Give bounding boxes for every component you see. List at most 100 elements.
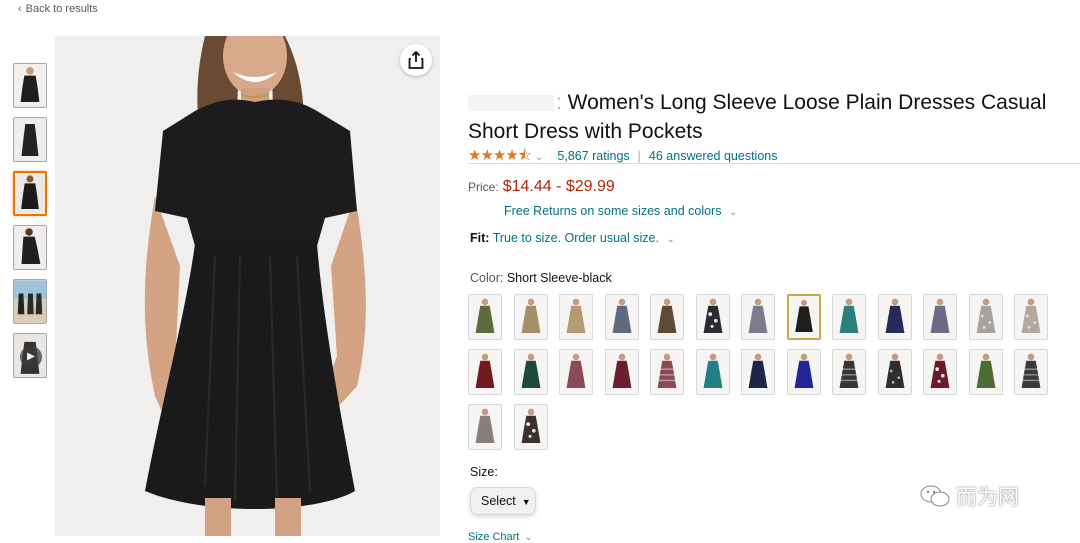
fit-label: Fit: — [470, 231, 490, 245]
dress-swatch-icon — [833, 350, 865, 394]
dress-swatch-icon — [742, 350, 774, 394]
dress-model-image — [55, 36, 440, 536]
ratings-count-link[interactable]: 5,867 ratings — [557, 149, 629, 163]
thumbnail-4[interactable] — [13, 225, 47, 270]
dress-swatch-icon — [878, 350, 911, 394]
color-swatch[interactable] — [741, 349, 775, 395]
thumbnail-5[interactable] — [13, 279, 47, 324]
product-title: : Women's Long Sleeve Loose Plain Dresse… — [468, 91, 1047, 143]
color-swatch[interactable] — [968, 294, 1003, 340]
fit-row: Fit: True to size. Order usual size. ⌄ — [470, 231, 675, 245]
dress-swatch-icon — [1015, 295, 1047, 339]
dress-swatch-icon — [560, 295, 592, 339]
dress-swatch-icon — [651, 295, 683, 339]
color-swatch[interactable] — [468, 349, 502, 395]
color-swatch[interactable] — [695, 294, 730, 340]
color-swatch[interactable] — [968, 349, 1003, 395]
chevron-down-icon[interactable]: ⌄ — [535, 152, 543, 163]
color-swatch[interactable] — [923, 294, 957, 340]
color-swatch[interactable] — [1014, 349, 1048, 395]
size-label: Size: — [470, 465, 498, 479]
color-row: Color: Short Sleeve-black — [470, 271, 612, 285]
color-swatch[interactable] — [604, 349, 639, 395]
price-value: $14.44 - $29.99 — [502, 178, 615, 195]
blurred-brand — [468, 95, 554, 112]
thumbnail-2[interactable] — [13, 117, 47, 162]
color-swatch[interactable] — [650, 294, 684, 340]
dress-swatch-icon — [969, 295, 1002, 339]
thumbnail-3[interactable] — [13, 171, 47, 216]
color-swatch[interactable] — [513, 294, 548, 340]
dress-swatch-icon — [469, 405, 501, 449]
dress-swatch-icon — [924, 295, 956, 339]
dress-swatch-icon — [560, 350, 592, 394]
dress-swatch-icon — [1015, 350, 1047, 394]
dress-swatch-icon — [878, 295, 911, 339]
chevron-left-icon: ‹ — [18, 3, 22, 15]
dress-swatch-icon — [787, 350, 820, 394]
chevron-down-icon: ▼ — [521, 497, 531, 507]
free-returns-link[interactable]: Free Returns on some sizes and colors ⌄ — [504, 204, 737, 218]
size-select-value: Select — [481, 494, 516, 508]
rating-row: ★★★★⯪ ⌄ 5,867 ratings | 46 answered question… — [468, 147, 778, 164]
color-swatch[interactable] — [923, 349, 957, 395]
color-swatch[interactable] — [877, 294, 912, 340]
share-icon — [408, 51, 424, 69]
answered-questions-link[interactable]: 46 answered questions — [649, 149, 778, 163]
dress-swatch-icon — [469, 350, 501, 394]
size-select[interactable]: Select ▼ — [470, 487, 536, 515]
color-swatch[interactable] — [786, 294, 821, 340]
color-swatch[interactable] — [513, 404, 548, 450]
chevron-down-icon: ⌄ — [728, 207, 738, 218]
color-swatch[interactable] — [832, 349, 866, 395]
dress-thumbnail-icon — [15, 173, 45, 214]
dress-swatch-icon — [651, 350, 683, 394]
color-swatch[interactable] — [695, 349, 730, 395]
share-button[interactable] — [400, 44, 432, 76]
size-chart-link[interactable]: Size Chart ⌄ — [468, 531, 533, 543]
free-returns-label: Free Returns on some sizes and colors — [504, 204, 722, 218]
dress-thumbnail-icon — [14, 118, 46, 161]
dress-swatch-icon — [514, 350, 547, 394]
color-swatch[interactable] — [1014, 294, 1048, 340]
dress-swatch-icon — [605, 350, 638, 394]
chevron-down-icon[interactable]: ⌄ — [666, 234, 674, 245]
product-title-text: Women's Long Sleeve Loose Plain Dresses … — [468, 91, 1047, 143]
fit-value-link[interactable]: True to size. Order usual size. — [493, 231, 659, 245]
watermark-text: 而为网 — [956, 485, 1019, 509]
dress-swatch-icon — [696, 295, 729, 339]
dress-thumbnail-icon — [14, 226, 46, 269]
dress-swatch-icon — [514, 295, 547, 339]
color-swatch[interactable] — [559, 294, 593, 340]
dress-swatch-icon — [469, 295, 501, 339]
size-chart-label: Size Chart — [468, 531, 520, 543]
color-swatch[interactable] — [604, 294, 639, 340]
color-swatch[interactable] — [832, 294, 866, 340]
divider — [468, 163, 1080, 164]
color-label: Color: — [470, 271, 504, 285]
color-swatch[interactable] — [468, 294, 502, 340]
dress-thumbnail-icon — [14, 64, 46, 107]
color-swatch[interactable] — [741, 294, 775, 340]
thumbnail-video[interactable]: ▶ — [13, 333, 47, 378]
main-product-image[interactable] — [55, 36, 440, 536]
color-swatch[interactable] — [786, 349, 821, 395]
thumbnail-strip: ▶ — [13, 63, 51, 387]
wechat-icon — [920, 484, 950, 513]
color-swatch[interactable] — [513, 349, 548, 395]
dress-swatch-icon — [696, 350, 729, 394]
color-swatch[interactable] — [468, 404, 502, 450]
dress-swatch-icon — [969, 350, 1002, 394]
play-icon[interactable]: ▶ — [20, 346, 42, 368]
back-to-results-label: Back to results — [25, 3, 98, 15]
color-swatch[interactable] — [650, 349, 684, 395]
dress-swatch-icon — [924, 350, 956, 394]
back-to-results-link[interactable]: ‹ Back to results — [18, 3, 98, 15]
color-swatch[interactable] — [559, 349, 593, 395]
dress-swatch-icon — [788, 296, 819, 338]
dress-swatch-icon — [514, 405, 547, 449]
dress-swatch-icon — [605, 295, 638, 339]
color-swatch[interactable] — [877, 349, 912, 395]
thumbnail-1[interactable] — [13, 63, 47, 108]
star-rating-icon[interactable]: ★★★★⯪ — [468, 147, 532, 164]
